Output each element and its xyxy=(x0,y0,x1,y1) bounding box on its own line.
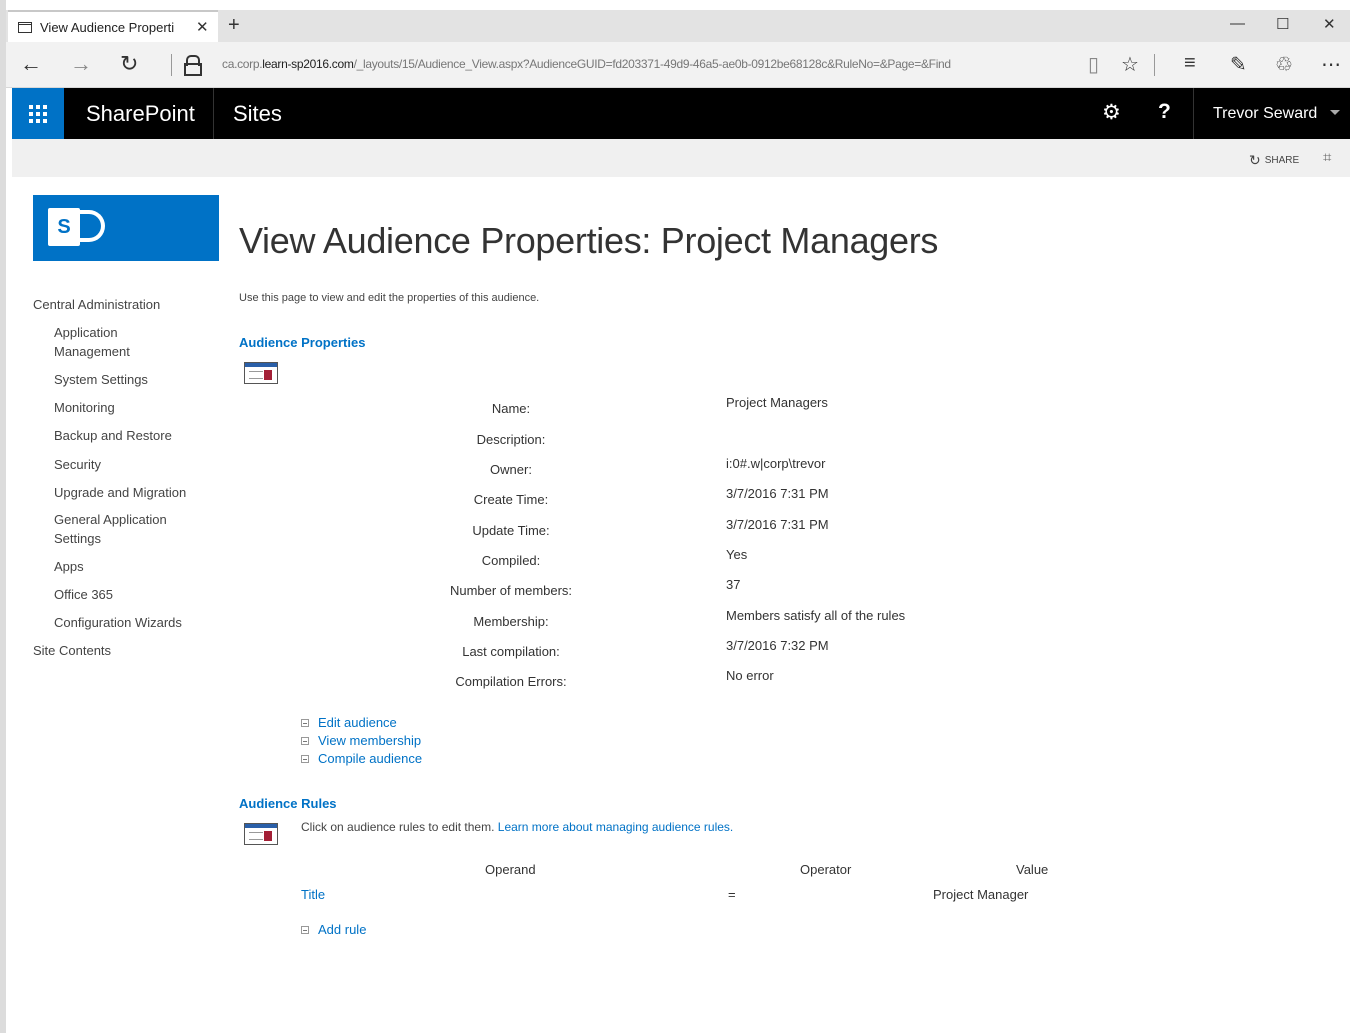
divider xyxy=(1193,88,1194,139)
share-icon: ↻ xyxy=(1249,152,1261,168)
property-label: Compilation Errors: xyxy=(455,674,567,689)
maximize-icon[interactable]: ☐ xyxy=(1276,15,1289,33)
nav-office-365[interactable]: Office 365 xyxy=(54,585,113,604)
suite-bar: SharePoint Sites ⚙ ? Trevor Seward xyxy=(12,88,1350,139)
gear-icon[interactable]: ⚙ xyxy=(1102,100,1121,125)
column-header-operand: Operand xyxy=(485,862,536,877)
column-header-operator: Operator xyxy=(800,862,852,877)
property-label: Name: xyxy=(491,401,531,416)
rules-note: Click on audience rules to edit them. Le… xyxy=(301,820,734,834)
property-label: Membership: xyxy=(473,614,549,629)
sharepoint-logo-icon: S xyxy=(48,208,80,246)
back-icon[interactable]: ← xyxy=(20,51,42,77)
address-bar: ← → ↻ ca.corp.learn-sp2016.com/_layouts/… xyxy=(6,42,1350,88)
forward-icon[interactable]: → xyxy=(70,51,92,77)
new-tab-icon[interactable]: + xyxy=(228,14,240,37)
rules-table-icon xyxy=(244,823,278,845)
compile-audience-link[interactable]: Compile audience xyxy=(301,751,422,766)
nav-monitoring[interactable]: Monitoring xyxy=(54,398,115,417)
rule-operator: = xyxy=(728,887,736,902)
web-note-icon[interactable]: ✎ xyxy=(1230,52,1247,77)
column-header-value: Value xyxy=(1016,862,1049,877)
property-value: No error xyxy=(726,668,774,683)
property-value: 3/7/2016 7:31 PM xyxy=(726,517,829,532)
ribbon-bar: ↻ SHARE ⌗ xyxy=(12,139,1350,177)
tab-title: View Audience Properti xyxy=(40,19,175,35)
chevron-down-icon[interactable] xyxy=(1330,110,1340,115)
nav-backup-and-restore[interactable]: Backup and Restore xyxy=(54,426,172,445)
share-label: SHARE xyxy=(1264,155,1300,166)
hub-icon[interactable]: ≡ xyxy=(1184,52,1196,75)
nav-configuration-wizards[interactable]: Configuration Wizards xyxy=(54,613,182,632)
nav-central-administration[interactable]: Central Administration xyxy=(33,295,160,314)
divider xyxy=(1154,54,1155,76)
nav-general-application-settings[interactable]: General Application Settings xyxy=(54,510,167,548)
property-label: Create Time: xyxy=(473,492,549,507)
nav-site-contents[interactable]: Site Contents xyxy=(33,641,111,660)
page-icon xyxy=(18,21,32,33)
page-title: View Audience Properties: Project Manage… xyxy=(239,220,939,261)
focus-mode-icon[interactable]: ⌗ xyxy=(1323,149,1331,166)
nav-security[interactable]: Security xyxy=(54,455,101,474)
lock-icon xyxy=(184,55,202,76)
divider xyxy=(171,54,172,76)
property-value: 37 xyxy=(726,577,741,592)
divider xyxy=(213,88,214,139)
rule-value: Project Manager xyxy=(933,887,1029,902)
more-icon[interactable]: ⋯ xyxy=(1321,52,1341,77)
app-launcher-icon[interactable] xyxy=(12,88,64,139)
tab-bar: View Audience Properti ✕ + — ☐ ✕ xyxy=(6,10,1350,42)
add-rule-link[interactable]: Add rule xyxy=(301,922,366,937)
rule-operand-link[interactable]: Title xyxy=(301,887,325,902)
share-button[interactable]: ↻ SHARE xyxy=(1249,152,1299,169)
property-label: Last compilation: xyxy=(462,644,560,659)
property-label: Description: xyxy=(476,432,546,447)
edit-audience-link[interactable]: Edit audience xyxy=(301,715,397,730)
bullet-icon xyxy=(301,754,309,763)
nav-apps[interactable]: Apps xyxy=(54,557,84,576)
learn-more-link[interactable]: Learn more about managing audience rules… xyxy=(498,820,734,834)
browser-tab[interactable]: View Audience Properti ✕ xyxy=(8,10,218,42)
property-value: Members satisfy all of the rules xyxy=(726,608,906,623)
properties-table-icon xyxy=(244,362,278,384)
bullet-icon xyxy=(301,718,309,727)
site-logo[interactable]: S xyxy=(33,195,219,261)
bullet-icon xyxy=(301,736,309,745)
sharepoint-brand[interactable]: SharePoint xyxy=(86,101,195,127)
property-label: Number of members: xyxy=(449,583,573,598)
user-name[interactable]: Trevor Seward xyxy=(1213,105,1317,123)
favorite-star-icon[interactable]: ☆ xyxy=(1121,52,1139,77)
property-value: Yes xyxy=(726,547,748,562)
browser-window: View Audience Properti ✕ + — ☐ ✕ ← → ↻ c… xyxy=(0,0,1350,1033)
section-audience-rules: Audience Rules xyxy=(239,796,337,811)
nav-application-management[interactable]: Application Management xyxy=(54,323,130,361)
reading-view-icon[interactable]: ▯ xyxy=(1088,52,1099,77)
property-label: Owner: xyxy=(490,462,532,477)
nav-upgrade-and-migration[interactable]: Upgrade and Migration xyxy=(54,483,186,502)
refresh-icon[interactable]: ↻ xyxy=(120,51,138,77)
close-window-icon[interactable]: ✕ xyxy=(1323,15,1336,33)
url-field[interactable]: ca.corp.learn-sp2016.com/_layouts/15/Aud… xyxy=(222,57,1074,71)
help-icon[interactable]: ? xyxy=(1158,100,1171,124)
nav-system-settings[interactable]: System Settings xyxy=(54,370,148,389)
property-label: Compiled: xyxy=(481,553,541,568)
section-audience-properties: Audience Properties xyxy=(239,335,366,350)
property-value: 3/7/2016 7:31 PM xyxy=(726,486,829,501)
sites-link[interactable]: Sites xyxy=(233,101,282,127)
property-value: Project Managers xyxy=(726,395,828,410)
property-label: Update Time: xyxy=(472,523,550,538)
share-browser-icon[interactable]: ♲ xyxy=(1275,52,1293,77)
view-membership-link[interactable]: View membership xyxy=(301,733,421,748)
property-value: 3/7/2016 7:32 PM xyxy=(726,638,829,653)
property-value: i:0#.w|corp\trevor xyxy=(726,456,826,471)
close-tab-icon[interactable]: ✕ xyxy=(196,18,209,36)
page-description: Use this page to view and edit the prope… xyxy=(239,292,540,304)
minimize-icon[interactable]: — xyxy=(1230,15,1245,32)
bullet-icon xyxy=(301,925,309,934)
